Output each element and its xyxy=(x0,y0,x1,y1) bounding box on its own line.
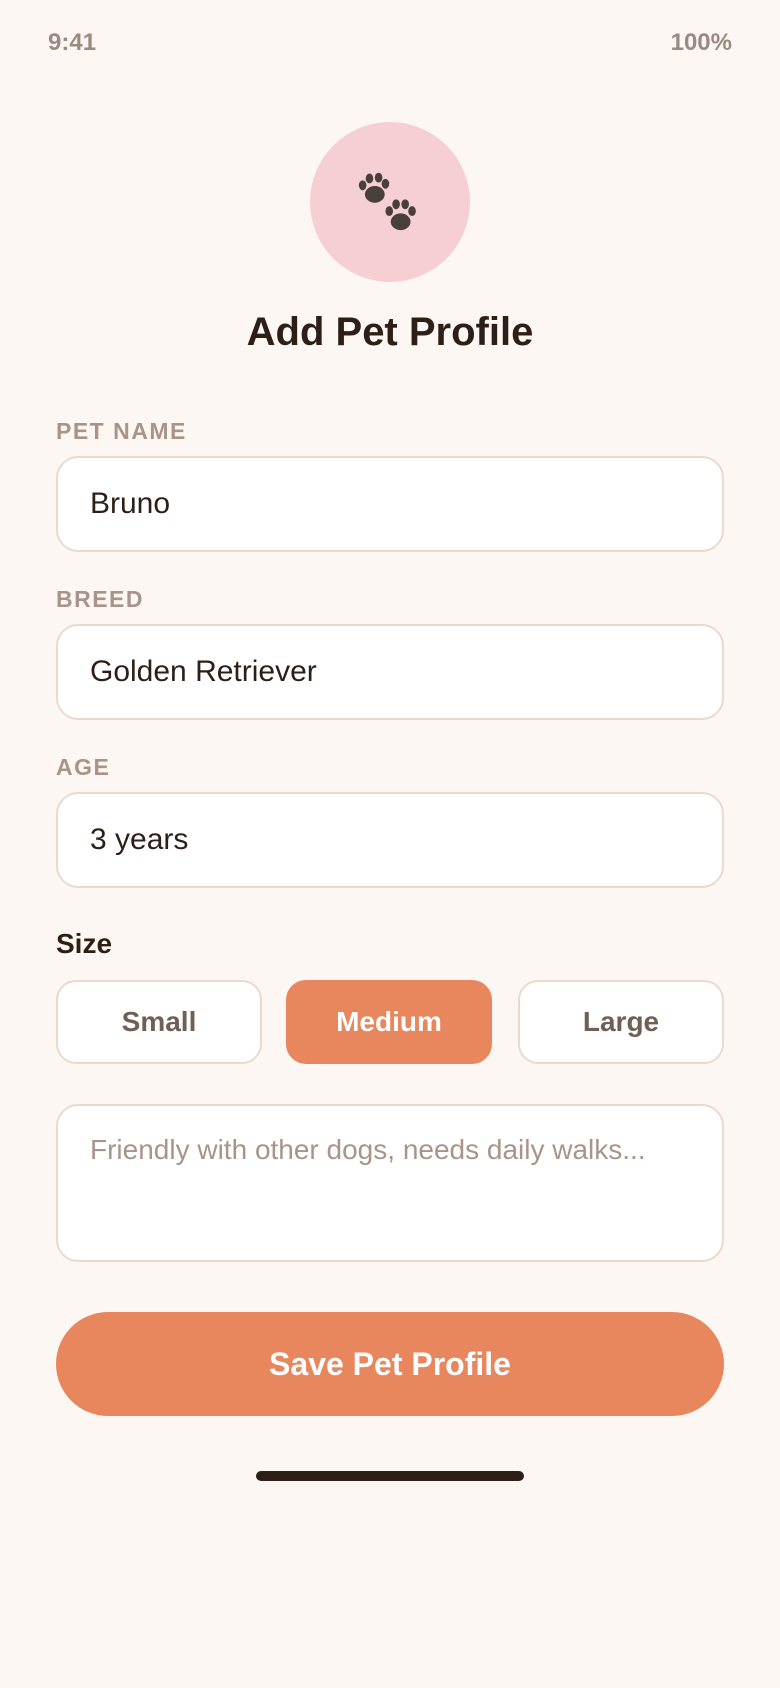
size-option-small[interactable]: Small xyxy=(56,980,262,1064)
pet-name-label: PET NAME xyxy=(56,418,187,444)
status-battery: 100% xyxy=(670,29,732,56)
pet-name-input[interactable] xyxy=(56,456,724,552)
save-pet-profile-button[interactable]: Save Pet Profile xyxy=(56,1312,724,1416)
page-title: Add Pet Profile xyxy=(246,310,534,354)
size-option-medium[interactable]: Medium xyxy=(286,980,492,1064)
size-option-large[interactable]: Large xyxy=(518,980,724,1064)
paw-prints-icon xyxy=(358,172,416,231)
home-indicator xyxy=(256,1471,524,1481)
status-time: 9:41 xyxy=(48,29,97,56)
status-bar: 9:41 100% xyxy=(48,28,732,58)
age-input[interactable] xyxy=(56,792,724,888)
age-label: AGE xyxy=(56,754,111,780)
notes-textarea[interactable] xyxy=(56,1104,724,1262)
breed-label: BREED xyxy=(56,586,145,612)
breed-input[interactable] xyxy=(56,624,724,720)
size-heading: Size xyxy=(56,928,113,959)
pet-avatar[interactable] xyxy=(310,122,470,282)
